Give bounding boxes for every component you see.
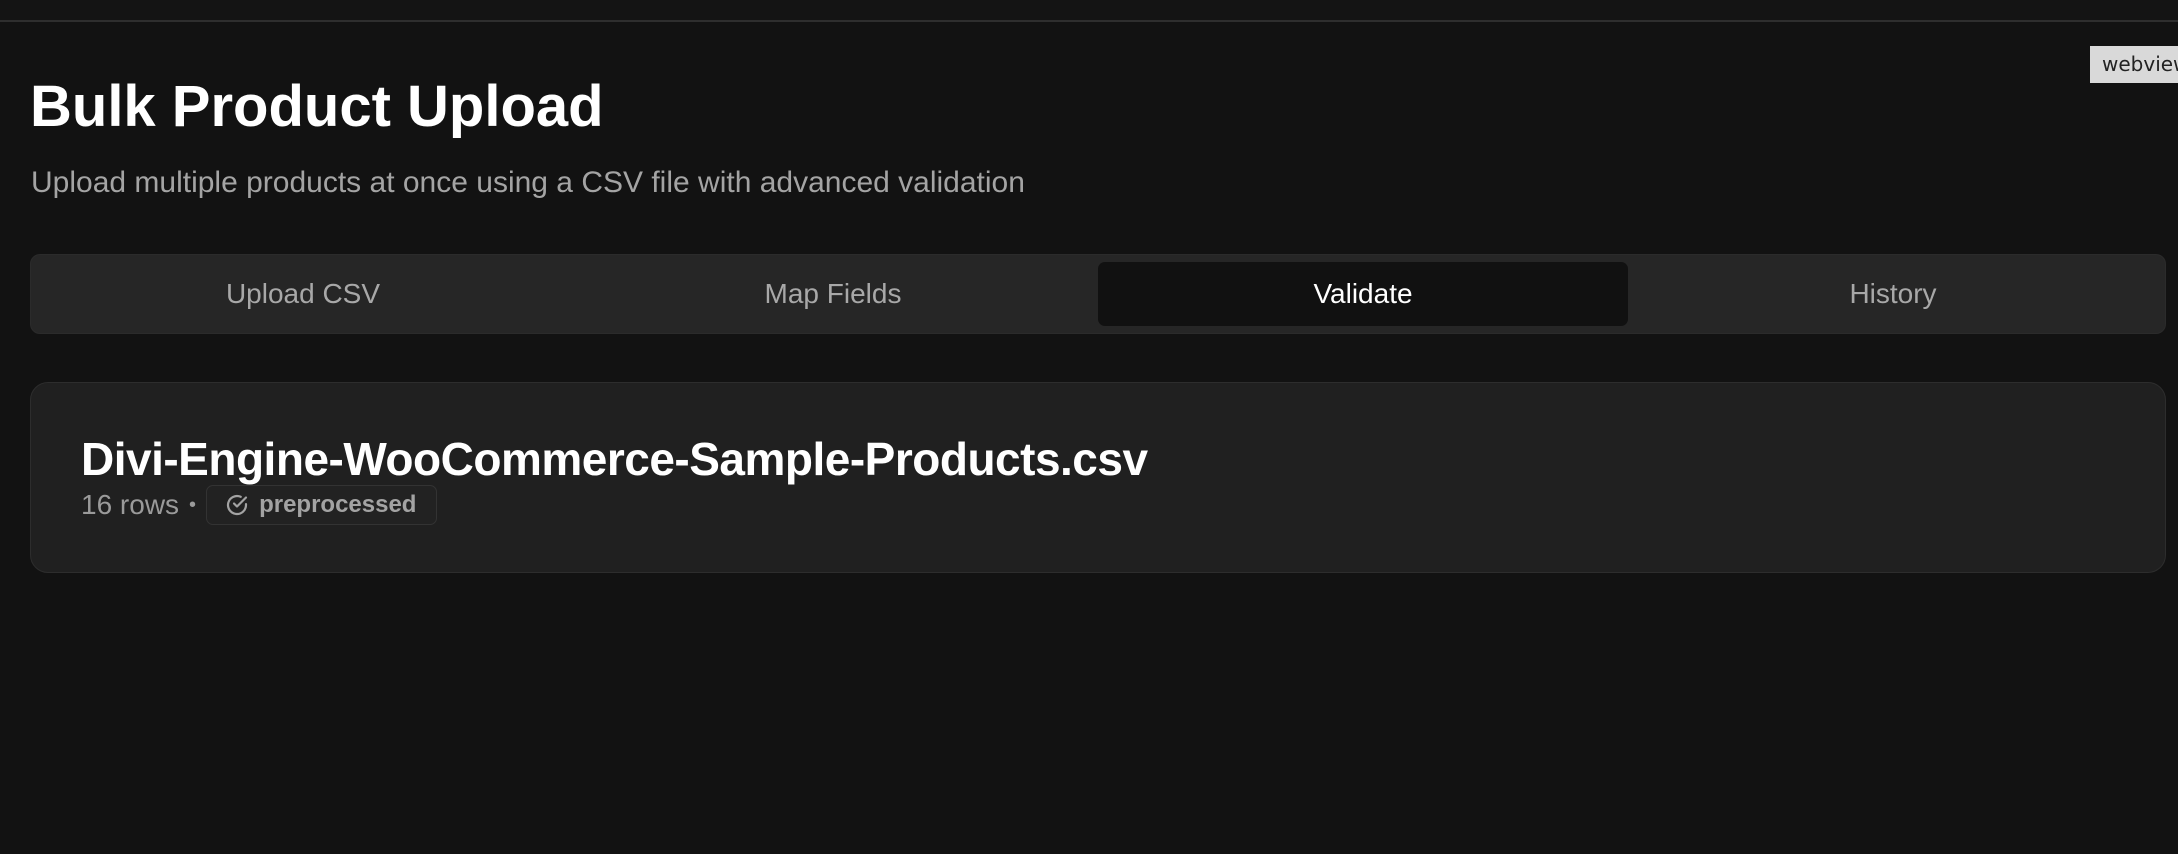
file-summary-card: Divi-Engine-WooCommerce-Sample-Products.…: [30, 382, 2166, 573]
tab-upload-csv[interactable]: Upload CSV: [38, 262, 568, 326]
upload-steps-tabs: Upload CSV Map Fields Validate History: [30, 254, 2166, 334]
status-badge: preprocessed: [206, 485, 438, 525]
window-top-bar: [0, 0, 2178, 22]
tab-map-fields[interactable]: Map Fields: [568, 262, 1098, 326]
file-meta: 16 rows • preprocessed: [81, 483, 438, 527]
tab-history[interactable]: History: [1628, 262, 2158, 326]
meta-separator: •: [189, 494, 197, 516]
check-circle-icon: [225, 493, 249, 517]
row-count: 16 rows: [81, 489, 180, 520]
status-label: preprocessed: [259, 491, 417, 518]
webview-label: webview: [2090, 46, 2178, 83]
page-subtitle: Upload multiple products at once using a…: [31, 166, 1025, 199]
tab-validate[interactable]: Validate: [1098, 262, 1628, 326]
page-title: Bulk Product Upload: [30, 74, 604, 139]
file-name: Divi-Engine-WooCommerce-Sample-Products.…: [81, 433, 1148, 485]
